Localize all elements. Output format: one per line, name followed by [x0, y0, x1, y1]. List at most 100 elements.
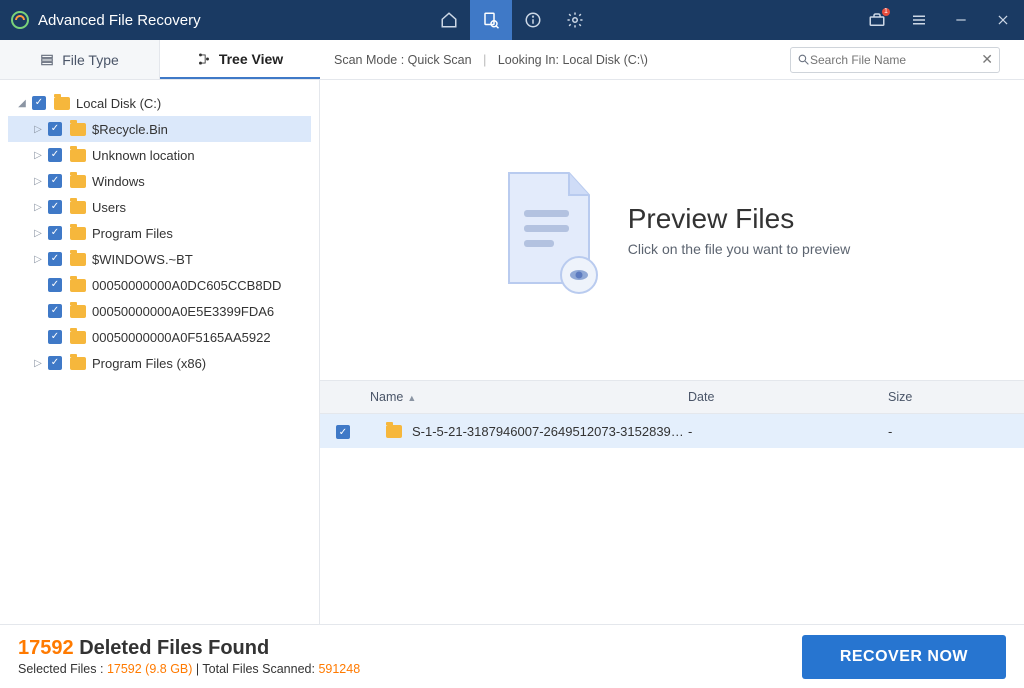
tree-node-label: Program Files (x86)	[92, 356, 206, 371]
tree-node-label: Windows	[92, 174, 145, 189]
tree-node-label: Program Files	[92, 226, 173, 241]
tree-node-label: $Recycle.Bin	[92, 122, 168, 137]
scan-mode-value: Quick Scan	[408, 53, 472, 67]
tree-node-label: Users	[92, 200, 126, 215]
tab-tree-view-label: Tree View	[219, 51, 283, 67]
toolbox-button[interactable]: 1	[856, 0, 898, 40]
looking-in-label: Looking In:	[498, 53, 559, 67]
tree-node[interactable]: ▷ $WINDOWS.~BT	[8, 246, 311, 272]
list-icon	[40, 53, 54, 67]
close-button[interactable]	[982, 0, 1024, 40]
tab-tree-view[interactable]: Tree View	[160, 40, 320, 79]
folder-icon	[70, 331, 86, 344]
tree-root[interactable]: ◢ Local Disk (C:)	[8, 90, 311, 116]
file-date: -	[688, 424, 888, 439]
view-tabs: File Type Tree View Scan Mode : Quick Sc…	[0, 40, 1024, 80]
file-list[interactable]: S-1-5-21-3187946007-2649512073-3152839…-…	[320, 414, 1024, 624]
tree-root-label: Local Disk (C:)	[76, 96, 161, 111]
minimize-button[interactable]	[940, 0, 982, 40]
folder-icon	[386, 425, 402, 438]
expand-icon[interactable]: ▷	[32, 176, 44, 187]
checkbox[interactable]	[336, 425, 350, 439]
app-title: Advanced File Recovery	[38, 12, 201, 29]
checkbox[interactable]	[48, 278, 62, 292]
deleted-files-count: 17592 Deleted Files Found	[18, 637, 360, 660]
tree-node[interactable]: ▷ $Recycle.Bin	[8, 116, 311, 142]
search-input[interactable]	[810, 53, 981, 67]
menu-button[interactable]	[898, 0, 940, 40]
footer-details: Selected Files : 17592 (9.8 GB) | Total …	[18, 662, 360, 676]
tab-file-type-label: File Type	[62, 52, 119, 68]
search-icon	[797, 53, 810, 66]
tree-node-label: Unknown location	[92, 148, 195, 163]
file-size: -	[888, 424, 1008, 439]
expand-icon[interactable]: ▷	[32, 228, 44, 239]
folder-tree[interactable]: ◢ Local Disk (C:) ▷ $Recycle.Bin ▷ Unknown …	[0, 80, 320, 624]
expand-icon[interactable]: ▷	[32, 150, 44, 161]
folder-icon	[70, 149, 86, 162]
home-button[interactable]	[428, 0, 470, 40]
search-clear-icon[interactable]: ✕	[981, 51, 993, 68]
folder-icon	[70, 305, 86, 318]
checkbox[interactable]	[48, 174, 62, 188]
checkbox[interactable]	[48, 200, 62, 214]
column-date[interactable]: Date	[688, 390, 888, 404]
scan-results-button[interactable]	[470, 0, 512, 40]
checkbox[interactable]	[48, 226, 62, 240]
tab-file-type[interactable]: File Type	[0, 40, 160, 79]
checkbox[interactable]	[32, 96, 46, 110]
titlebar: Advanced File Recovery 1	[0, 0, 1024, 40]
tree-node[interactable]: 00050000000A0E5E3399FDA6	[8, 298, 311, 324]
folder-icon	[70, 227, 86, 240]
preview-heading: Preview Files	[628, 203, 851, 235]
file-row[interactable]: S-1-5-21-3187946007-2649512073-3152839…-…	[320, 414, 1024, 448]
preview-pane: Preview Files Click on the file you want…	[320, 80, 1024, 380]
expand-icon[interactable]: ▷	[32, 202, 44, 213]
tree-node[interactable]: ▷ Windows	[8, 168, 311, 194]
expand-icon[interactable]: ▷	[32, 254, 44, 265]
collapse-icon[interactable]: ◢	[16, 98, 28, 109]
tree-node[interactable]: 00050000000A0DC605CCB8DD	[8, 272, 311, 298]
checkbox[interactable]	[48, 304, 62, 318]
tree-node-label: $WINDOWS.~BT	[92, 252, 193, 267]
tree-node[interactable]: 00050000000A0F5165AA5922	[8, 324, 311, 350]
app-logo-icon	[10, 10, 30, 30]
settings-button[interactable]	[554, 0, 596, 40]
sort-asc-icon: ▲	[407, 393, 416, 403]
checkbox[interactable]	[48, 330, 62, 344]
folder-icon	[70, 175, 86, 188]
checkbox[interactable]	[48, 122, 62, 136]
info-button[interactable]	[512, 0, 554, 40]
tree-node[interactable]: ▷ Program Files	[8, 220, 311, 246]
tree-node[interactable]: ▷ Unknown location	[8, 142, 311, 168]
file-list-header: Name▲ Date Size	[320, 380, 1024, 414]
file-name: S-1-5-21-3187946007-2649512073-3152839…	[412, 424, 684, 439]
tree-node[interactable]: ▷ Program Files (x86)	[8, 350, 311, 376]
search-box[interactable]: ✕	[790, 47, 1000, 73]
folder-icon	[70, 123, 86, 136]
checkbox[interactable]	[48, 148, 62, 162]
column-size[interactable]: Size	[888, 390, 1008, 404]
checkbox[interactable]	[48, 252, 62, 266]
expand-icon[interactable]: ▷	[32, 358, 44, 369]
tree-node[interactable]: ▷ Users	[8, 194, 311, 220]
tree-icon	[197, 52, 211, 66]
looking-in-value: Local Disk (C:\)	[562, 53, 647, 67]
tree-node-label: 00050000000A0E5E3399FDA6	[92, 304, 274, 319]
recover-now-button[interactable]: RECOVER NOW	[802, 635, 1006, 679]
folder-icon	[70, 357, 86, 370]
expand-icon[interactable]: ▷	[32, 124, 44, 135]
scan-mode-label: Scan Mode :	[334, 53, 404, 67]
tree-node-label: 00050000000A0DC605CCB8DD	[92, 278, 281, 293]
notification-badge: 1	[882, 8, 890, 16]
preview-sub: Click on the file you want to preview	[628, 241, 851, 257]
folder-icon	[70, 201, 86, 214]
folder-icon	[70, 253, 86, 266]
folder-icon	[54, 97, 70, 110]
column-name[interactable]: Name▲	[370, 390, 688, 404]
preview-doc-icon	[494, 165, 604, 295]
status-footer: 17592 Deleted Files Found Selected Files…	[0, 624, 1024, 688]
checkbox[interactable]	[48, 356, 62, 370]
tree-node-label: 00050000000A0F5165AA5922	[92, 330, 271, 345]
folder-icon	[70, 279, 86, 292]
